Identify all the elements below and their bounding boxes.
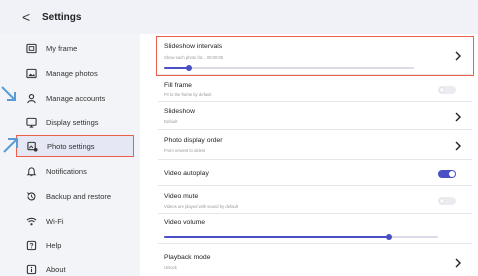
sidebar-item-label: Display settings: [46, 117, 99, 127]
photos-icon: [26, 68, 37, 78]
setting-description: Fit to the frame by default: [164, 92, 212, 97]
display-icon: [26, 117, 37, 128]
setting-description: Default: [164, 119, 178, 124]
accounts-icon: [27, 93, 36, 103]
sidebar-item-manage-accounts[interactable]: Manage accounts: [16, 87, 134, 109]
sidebar-item-label: My frame: [46, 43, 78, 53]
info-icon: [26, 264, 37, 274]
setting-label: Slideshow: [164, 108, 195, 115]
bell-icon: [26, 166, 37, 176]
wifi-icon: [26, 217, 37, 225]
chevron-right-icon: [455, 258, 461, 268]
setting-playback-mode[interactable]: Playback mode Unlock: [158, 246, 472, 274]
pointer-arrow-icon: [3, 138, 18, 153]
fill-frame-toggle[interactable]: [438, 86, 456, 94]
photo-settings-icon: [27, 141, 38, 152]
setting-label: Fill frame: [164, 82, 192, 89]
video-mute-toggle[interactable]: [438, 197, 456, 205]
sidebar-item-label: Manage accounts: [46, 93, 106, 103]
setting-photo-display-order[interactable]: Photo display order From newest to oldes…: [158, 132, 472, 160]
setting-fill-frame[interactable]: Fill frame Fit to the frame by default: [158, 78, 472, 102]
back-button[interactable]: <: [22, 10, 36, 24]
setting-description: Unlock: [164, 265, 177, 270]
setting-label: Video mute: [164, 193, 199, 200]
chevron-right-icon: [455, 112, 461, 122]
sidebar-item-label: Manage photos: [46, 68, 98, 78]
frame-icon: [26, 43, 37, 53]
sidebar-item-label: About: [46, 264, 66, 274]
sidebar-item-about[interactable]: About: [16, 258, 134, 276]
top-bar: < Settings: [0, 0, 478, 34]
sidebar-item-label: Photo settings: [47, 141, 95, 151]
sidebar-item-label: Backup and restore: [46, 191, 112, 201]
sidebar-item-manage-photos[interactable]: Manage photos: [16, 62, 134, 84]
setting-description: Videos are played with sound by default: [164, 204, 238, 209]
sidebar-item-my-frame[interactable]: My frame: [16, 37, 134, 59]
setting-slideshow[interactable]: Slideshow Default: [158, 104, 472, 130]
sidebar-item-notifications[interactable]: Notifications: [16, 160, 134, 182]
setting-label: Photo display order: [164, 137, 223, 144]
slider-fill: [164, 236, 389, 238]
sidebar-item-label: Wi-Fi: [46, 216, 64, 226]
setting-label: Video autoplay: [164, 170, 209, 177]
video-autoplay-toggle[interactable]: [438, 170, 456, 178]
sidebar-item-label: Help: [46, 240, 62, 250]
chevron-right-icon: [455, 141, 461, 151]
page-title: Settings: [42, 11, 82, 23]
setting-label: Playback mode: [164, 254, 211, 261]
sidebar-item-display-settings[interactable]: Display settings: [16, 111, 134, 133]
sidebar-item-backup-and-restore[interactable]: Backup and restore: [16, 185, 134, 207]
settings-panel: Slideshow intervals Show each photo for.…: [150, 34, 478, 276]
setting-label: Video volume: [164, 219, 206, 226]
sidebar-item-photo-settings[interactable]: Photo settings: [16, 135, 134, 157]
setting-video-volume[interactable]: Video volume: [158, 216, 472, 244]
backup-icon: [27, 191, 36, 200]
sidebar-item-wifi[interactable]: Wi-Fi: [16, 210, 134, 232]
help-icon: [26, 240, 37, 250]
setting-video-mute[interactable]: Video mute Videos are played with sound …: [158, 188, 472, 214]
sidebar-item-help[interactable]: Help: [16, 234, 134, 256]
volume-slider[interactable]: [386, 234, 392, 240]
setting-video-autoplay[interactable]: Video autoplay: [158, 162, 472, 186]
highlight-box: [156, 36, 474, 76]
setting-description: From newest to oldest: [164, 148, 206, 153]
pointer-arrow-icon: [1, 86, 16, 101]
sidebar: My frame Manage photos Manage accounts D…: [0, 34, 140, 276]
sidebar-item-label: Notifications: [46, 166, 87, 176]
